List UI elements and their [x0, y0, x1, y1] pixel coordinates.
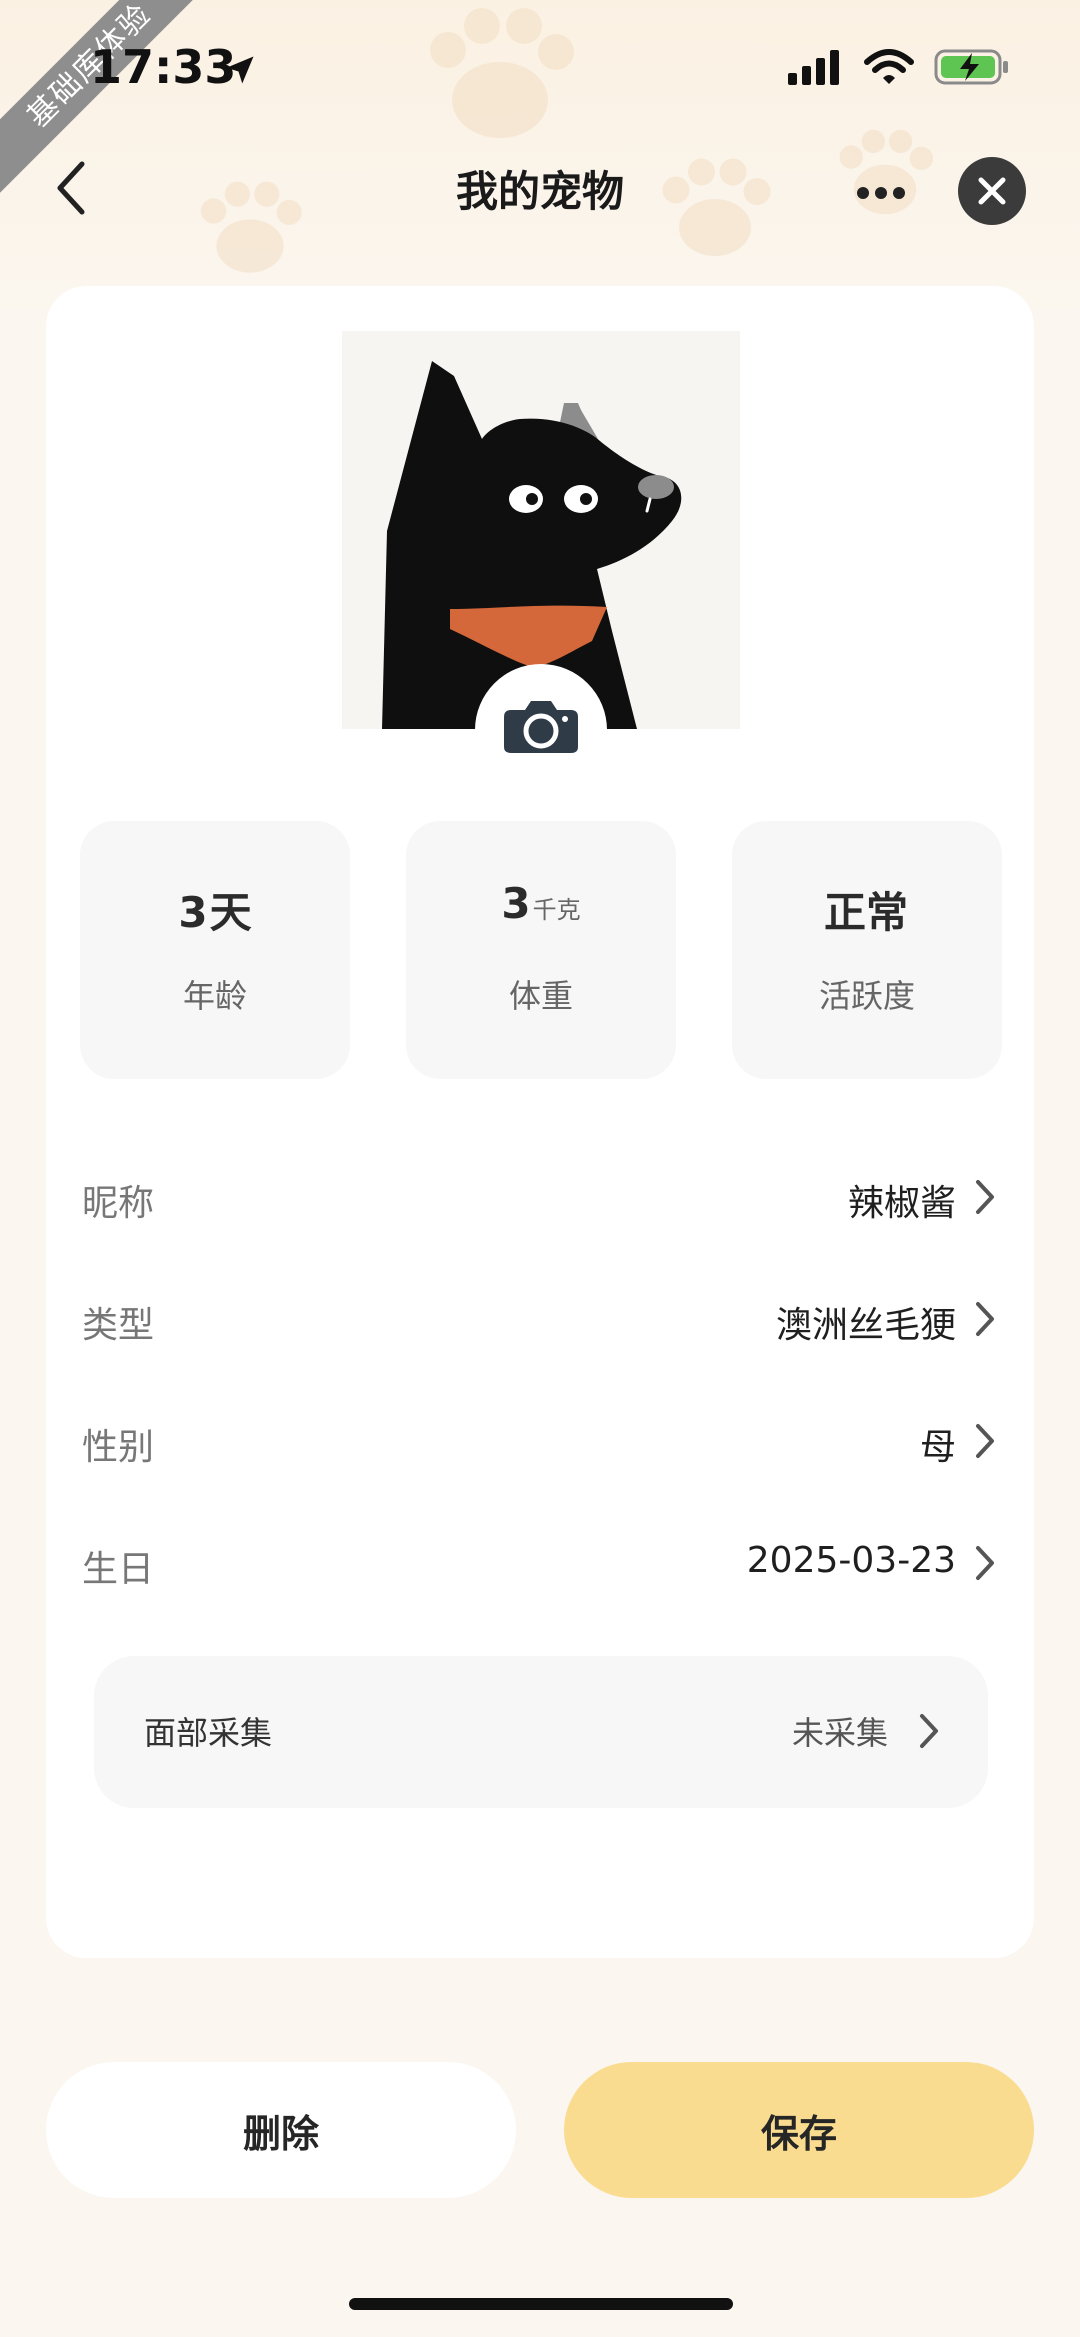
page-title: 我的宠物 — [455, 167, 624, 216]
camera-icon — [504, 701, 578, 753]
stat-activity-value: 正常 — [823, 888, 908, 937]
field-label: 类型 — [82, 1305, 155, 1346]
location-arrow-icon — [226, 56, 254, 84]
wifi-icon — [864, 49, 914, 84]
stat-weight-unit: 千克 — [532, 896, 581, 924]
stat-age: 3天 年龄 — [80, 821, 350, 1079]
battery-charging-icon — [934, 49, 1008, 85]
face-capture-label: 面部采集 — [144, 1714, 273, 1752]
home-indicator[interactable] — [349, 2298, 733, 2310]
signal-icon — [788, 50, 839, 85]
status-indicators — [788, 48, 1010, 86]
more-icon[interactable] — [856, 186, 906, 200]
pet-stats: 3天 年龄 3千克 体重 正常 活跃度 — [80, 821, 1002, 1081]
chevron-right-icon — [976, 1546, 994, 1580]
face-capture-row[interactable]: 面部采集 未采集 — [94, 1656, 988, 1808]
pet-info-card: 3天 年龄 3千克 体重 正常 活跃度 昵称 辣椒酱 类型 澳洲丝毛㹴 性别 母 — [46, 286, 1034, 1958]
chevron-right-icon — [976, 1180, 994, 1214]
stat-age-value: 3 — [178, 888, 208, 937]
delete-button[interactable]: 删除 — [46, 2062, 516, 2198]
field-value: 澳洲丝毛㹴 — [775, 1305, 956, 1346]
field-row-nickname[interactable]: 昵称 辣椒酱 — [82, 1158, 1042, 1238]
stat-age-label: 年龄 — [182, 977, 247, 1015]
field-value: 2025-03-23 — [746, 1540, 956, 1581]
stat-age-unit: 天 — [209, 888, 252, 937]
chevron-right-icon — [976, 1302, 994, 1336]
status-time: 17:33 — [90, 40, 237, 94]
stat-activity: 正常 活跃度 — [732, 821, 1002, 1079]
stat-activity-label: 活跃度 — [818, 977, 915, 1015]
close-button[interactable] — [958, 157, 1026, 225]
face-capture-status: 未采集 — [791, 1714, 888, 1752]
field-row-gender[interactable]: 性别 母 — [82, 1402, 1042, 1482]
save-button[interactable]: 保存 — [564, 2062, 1034, 2198]
field-row-birthday[interactable]: 生日 2025-03-23 — [82, 1524, 1042, 1604]
paw-pattern-icon — [430, 8, 574, 138]
field-row-type[interactable]: 类型 澳洲丝毛㹴 — [82, 1280, 1042, 1360]
close-icon — [978, 177, 1006, 205]
field-label: 性别 — [82, 1427, 155, 1468]
field-label: 昵称 — [82, 1183, 155, 1224]
change-photo-button[interactable] — [475, 664, 607, 796]
chevron-right-icon — [920, 1714, 938, 1748]
field-value: 辣椒酱 — [847, 1183, 956, 1224]
chevron-right-icon — [976, 1424, 994, 1458]
stat-weight-label: 体重 — [508, 977, 573, 1015]
stat-weight-value: 3 — [501, 879, 531, 928]
stat-weight: 3千克 体重 — [406, 821, 676, 1079]
field-label: 生日 — [82, 1549, 155, 1590]
field-value: 母 — [919, 1427, 956, 1468]
